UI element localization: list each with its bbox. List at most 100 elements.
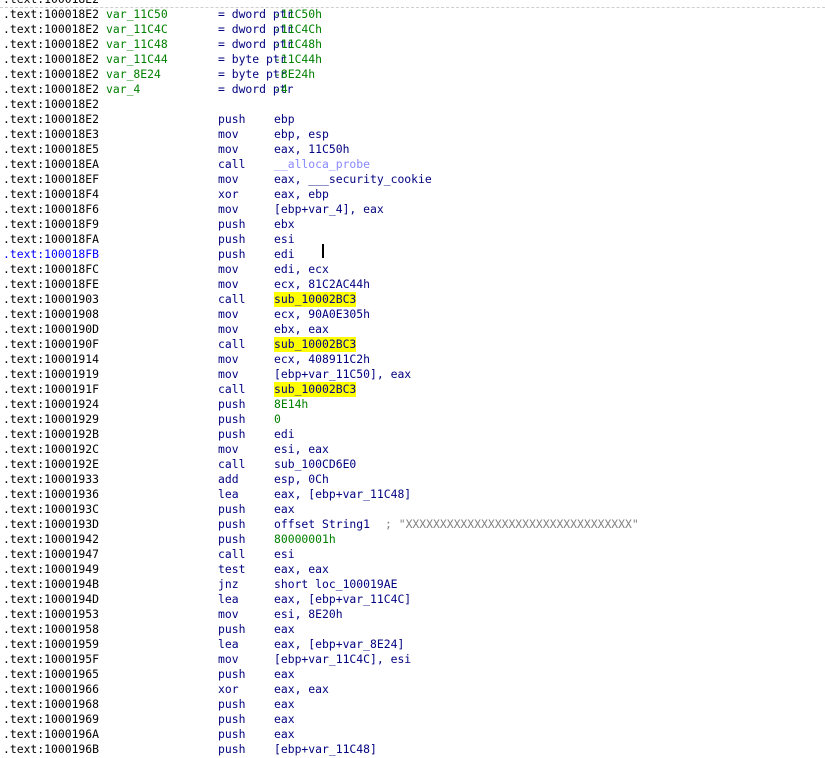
- listing-line[interactable]: .text:10001949 test eax, eax: [0, 562, 825, 577]
- instruction-operand[interactable]: eax: [274, 502, 295, 517]
- instruction-operand[interactable]: eax: [274, 667, 295, 682]
- listing-line[interactable]: .text:10001924 push 8E14h: [0, 397, 825, 412]
- instruction-operand[interactable]: ebx: [274, 217, 295, 232]
- stack-variable-label[interactable]: var_11C48: [106, 37, 168, 52]
- instruction-operand[interactable]: eax: [274, 622, 295, 637]
- listing-line[interactable]: .text:1000193C push eax: [0, 502, 825, 517]
- listing-line[interactable]: .text:1000195F mov [ebp+var_11C4C], esi: [0, 652, 825, 667]
- listing-line[interactable]: .text:10001966 xor eax, eax: [0, 682, 825, 697]
- listing-line[interactable]: .text:100018E2: [0, 97, 825, 112]
- instruction-operand[interactable]: esp, 0Ch: [274, 472, 329, 487]
- instruction-operand[interactable]: -11C50h: [274, 7, 322, 22]
- listing-line[interactable]: .text:100018E2 var_11C44 = byte ptr -11C44h: [0, 52, 825, 67]
- listing-line[interactable]: .text:10001929 push 0: [0, 412, 825, 427]
- listing-line[interactable]: .text:1000190D mov ebx, eax: [0, 322, 825, 337]
- instruction-operand[interactable]: -8E24h: [274, 67, 315, 82]
- instruction-operand[interactable]: ecx, 81C2AC44h: [274, 277, 370, 292]
- stack-variable-label[interactable]: var_4: [106, 82, 140, 97]
- listing-line[interactable]: .text:1000192E call sub_100CD6E0: [0, 457, 825, 472]
- instruction-operand[interactable]: esi, 8E20h: [274, 607, 343, 622]
- instruction-operand[interactable]: sub_10002BC3: [274, 292, 357, 307]
- instruction-operand[interactable]: [ebp+var_11C48]: [274, 742, 377, 757]
- listing-line[interactable]: .text:100018F6 mov [ebp+var_4], eax: [0, 202, 825, 217]
- instruction-operand[interactable]: edi: [274, 247, 295, 262]
- instruction-operand[interactable]: ecx, 90A0E305h: [274, 307, 370, 322]
- listing-line[interactable]: .text:1000194B jnz short loc_100019AE: [0, 577, 825, 592]
- listing-line[interactable]: .text:1000192C mov esi, eax: [0, 442, 825, 457]
- listing-line[interactable]: .text:1000194D lea eax, [ebp+var_11C4C]: [0, 592, 825, 607]
- listing-line[interactable]: .text:100018EA call __alloca_probe: [0, 157, 825, 172]
- listing-line[interactable]: .text:1000191F call sub_10002BC3: [0, 382, 825, 397]
- instruction-operand[interactable]: ebp: [274, 112, 295, 127]
- instruction-operand[interactable]: short loc_100019AE: [274, 577, 397, 592]
- instruction-operand[interactable]: -11C44h: [274, 52, 322, 67]
- listing-line[interactable]: .text:1000192B push edi: [0, 427, 825, 442]
- listing-line[interactable]: .text:10001914 mov ecx, 408911C2h: [0, 352, 825, 367]
- listing-line[interactable]: .text:100018E3 mov ebp, esp: [0, 127, 825, 142]
- stack-variable-label[interactable]: var_11C50: [106, 7, 168, 22]
- listing-line[interactable]: .text:100018FE mov ecx, 81C2AC44h: [0, 277, 825, 292]
- stack-variable-label[interactable]: var_11C44: [106, 52, 168, 67]
- listing-line[interactable]: .text:100018FC mov edi, ecx: [0, 262, 825, 277]
- listing-line[interactable]: .text:100018E2 var_11C50 = dword ptr -11C50…: [0, 7, 825, 22]
- instruction-operand[interactable]: eax, [ebp+var_11C48]: [274, 487, 411, 502]
- listing-line[interactable]: .text:10001947 call esi: [0, 547, 825, 562]
- listing-line[interactable]: .text:10001969 push eax: [0, 712, 825, 727]
- instruction-operand[interactable]: ebx, eax: [274, 322, 329, 337]
- listing-line[interactable]: .text:100018F9 push ebx: [0, 217, 825, 232]
- listing-line[interactable]: .text:10001958 push eax: [0, 622, 825, 637]
- listing-line[interactable]: .text:10001959 lea eax, [ebp+var_8E24]: [0, 637, 825, 652]
- listing-line[interactable]: .text:100018E2 var_4 = dword ptr -4: [0, 82, 825, 97]
- instruction-operand[interactable]: -11C48h: [274, 37, 322, 52]
- instruction-operand[interactable]: __alloca_probe: [274, 157, 370, 172]
- instruction-operand[interactable]: offset String1: [274, 517, 370, 532]
- listing-line[interactable]: .text:1000193D push offset String1 ; "XXXXX…: [0, 517, 825, 532]
- disassembly-window[interactable]: { "listing": { "rows": [ {"address": ".t…: [0, 0, 825, 758]
- instruction-operand[interactable]: esi: [274, 232, 295, 247]
- instruction-operand[interactable]: sub_10002BC3: [274, 337, 357, 352]
- instruction-operand[interactable]: edi, ecx: [274, 262, 329, 277]
- stack-variable-label[interactable]: var_11C4C: [106, 22, 168, 37]
- listing-line[interactable]: .text:100018E2 var_11C4C = dword ptr -11C4C…: [0, 22, 825, 37]
- listing-line[interactable]: .text:100018EF mov eax, ___security_cookie: [0, 172, 825, 187]
- listing-line[interactable]: .text:10001936 lea eax, [ebp+var_11C48]: [0, 487, 825, 502]
- listing-line[interactable]: .text:100018F4 xor eax, ebp: [0, 187, 825, 202]
- instruction-operand[interactable]: eax, [ebp+var_11C4C]: [274, 592, 411, 607]
- instruction-operand[interactable]: eax: [274, 697, 295, 712]
- instruction-operand[interactable]: eax, ___security_cookie: [274, 172, 432, 187]
- instruction-operand[interactable]: edi: [274, 427, 295, 442]
- instruction-operand[interactable]: eax, eax: [274, 562, 329, 577]
- listing-line[interactable]: .text:100018FA push esi: [0, 232, 825, 247]
- listing-line[interactable]: .text:100018E5 mov eax, 11C50h: [0, 142, 825, 157]
- instruction-operand[interactable]: [ebp+var_11C50], eax: [274, 367, 411, 382]
- instruction-operand[interactable]: eax, ebp: [274, 187, 329, 202]
- listing-line[interactable]: .text:10001968 push eax: [0, 697, 825, 712]
- listing-line[interactable]: .text:10001919 mov [ebp+var_11C50], eax: [0, 367, 825, 382]
- instruction-operand[interactable]: ecx, 408911C2h: [274, 352, 370, 367]
- disassembly-listing[interactable]: .text:100018E2 .text:100018E2var_11C50= d…: [0, 0, 825, 757]
- instruction-operand[interactable]: eax, eax: [274, 682, 329, 697]
- listing-line[interactable]: .text:10001953 mov esi, 8E20h: [0, 607, 825, 622]
- instruction-operand[interactable]: [ebp+var_11C4C], esi: [274, 652, 411, 667]
- listing-line[interactable]: .text:100018E2 var_8E24 = byte ptr -8E24h: [0, 67, 825, 82]
- instruction-operand[interactable]: eax, 11C50h: [274, 142, 349, 157]
- instruction-operand[interactable]: 0: [274, 412, 281, 427]
- listing-line[interactable]: .text:100018E2 push ebp: [0, 112, 825, 127]
- listing-line[interactable]: .text:10001933 add esp, 0Ch: [0, 472, 825, 487]
- instruction-operand[interactable]: esi, eax: [274, 442, 329, 457]
- instruction-operand[interactable]: eax: [274, 727, 295, 742]
- instruction-operand[interactable]: 80000001h: [274, 532, 336, 547]
- instruction-operand[interactable]: eax, [ebp+var_8E24]: [274, 637, 404, 652]
- listing-line[interactable]: .text:100018E2 var_11C48 = dword ptr -11C48…: [0, 37, 825, 52]
- instruction-operand[interactable]: eax: [274, 712, 295, 727]
- instruction-operand[interactable]: sub_100CD6E0: [274, 457, 356, 472]
- listing-line[interactable]: .text:10001908 mov ecx, 90A0E305h: [0, 307, 825, 322]
- listing-line[interactable]: .text:100018FB push edi: [0, 247, 825, 262]
- instruction-operand[interactable]: [ebp+var_4], eax: [274, 202, 384, 217]
- listing-line[interactable]: .text:1000196B push [ebp+var_11C48]: [0, 742, 825, 757]
- instruction-operand[interactable]: -4: [274, 82, 288, 97]
- stack-variable-label[interactable]: var_8E24: [106, 67, 161, 82]
- listing-line[interactable]: .text:1000190F call sub_10002BC3: [0, 337, 825, 352]
- listing-line[interactable]: .text:10001903 call sub_10002BC3: [0, 292, 825, 307]
- instruction-operand[interactable]: sub_10002BC3: [274, 382, 357, 397]
